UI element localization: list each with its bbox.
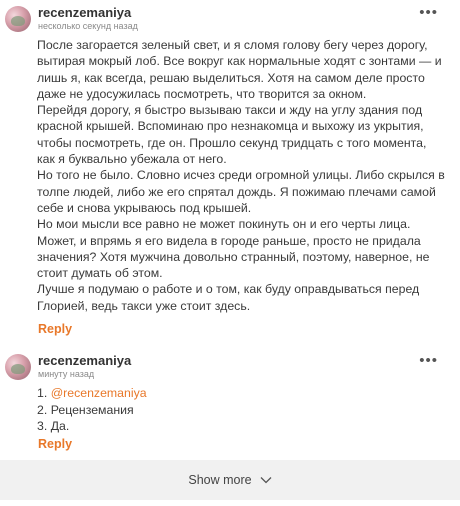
comment-timestamp: несколько секунд назад	[38, 21, 138, 31]
comment-author[interactable]: recenzemaniya	[38, 353, 131, 368]
reply-button[interactable]: Reply	[38, 322, 72, 336]
more-options-icon[interactable]: •••	[419, 4, 438, 21]
avatar[interactable]	[5, 354, 31, 380]
comment-list: 1. @recenzemaniya 2. Реценземания 3. Да.	[37, 385, 147, 435]
list-item: 1. @recenzemaniya	[37, 385, 147, 402]
list-number: 2.	[37, 402, 48, 417]
list-text: Реценземания	[50, 402, 134, 417]
comment-body: После загорается зеленый свет, и я сломя…	[37, 37, 447, 314]
comment-author[interactable]: recenzemaniya	[38, 5, 131, 20]
comment-paragraph: Перейдя дорогу, я быстро вызываю такси и…	[37, 103, 427, 167]
list-item: 2. Реценземания	[37, 402, 147, 419]
list-text: Да.	[50, 419, 70, 433]
reply-button[interactable]: Reply	[38, 437, 72, 451]
show-more-button[interactable]: Show more	[0, 460, 460, 500]
comment-paragraph: Но того не было. Словно исчез среди огро…	[37, 168, 445, 215]
show-more-label: Show more	[188, 473, 252, 487]
user-mention-link[interactable]: @recenzemaniya	[51, 386, 147, 400]
list-number: 3.	[37, 419, 48, 433]
comment-paragraph: Но мои мысли все равно не может покинуть…	[37, 217, 430, 281]
list-number: 1.	[37, 386, 48, 400]
comment-paragraph: Лучше я подумаю о работе и о том, как бу…	[37, 282, 420, 313]
list-item: 3. Да.	[37, 418, 147, 435]
comment-paragraph: После загорается зеленый свет, и я сломя…	[37, 38, 442, 101]
more-options-icon[interactable]: •••	[419, 352, 438, 369]
chevron-down-icon	[260, 473, 272, 487]
avatar[interactable]	[5, 6, 31, 32]
comment-timestamp: минуту назад	[38, 369, 95, 379]
